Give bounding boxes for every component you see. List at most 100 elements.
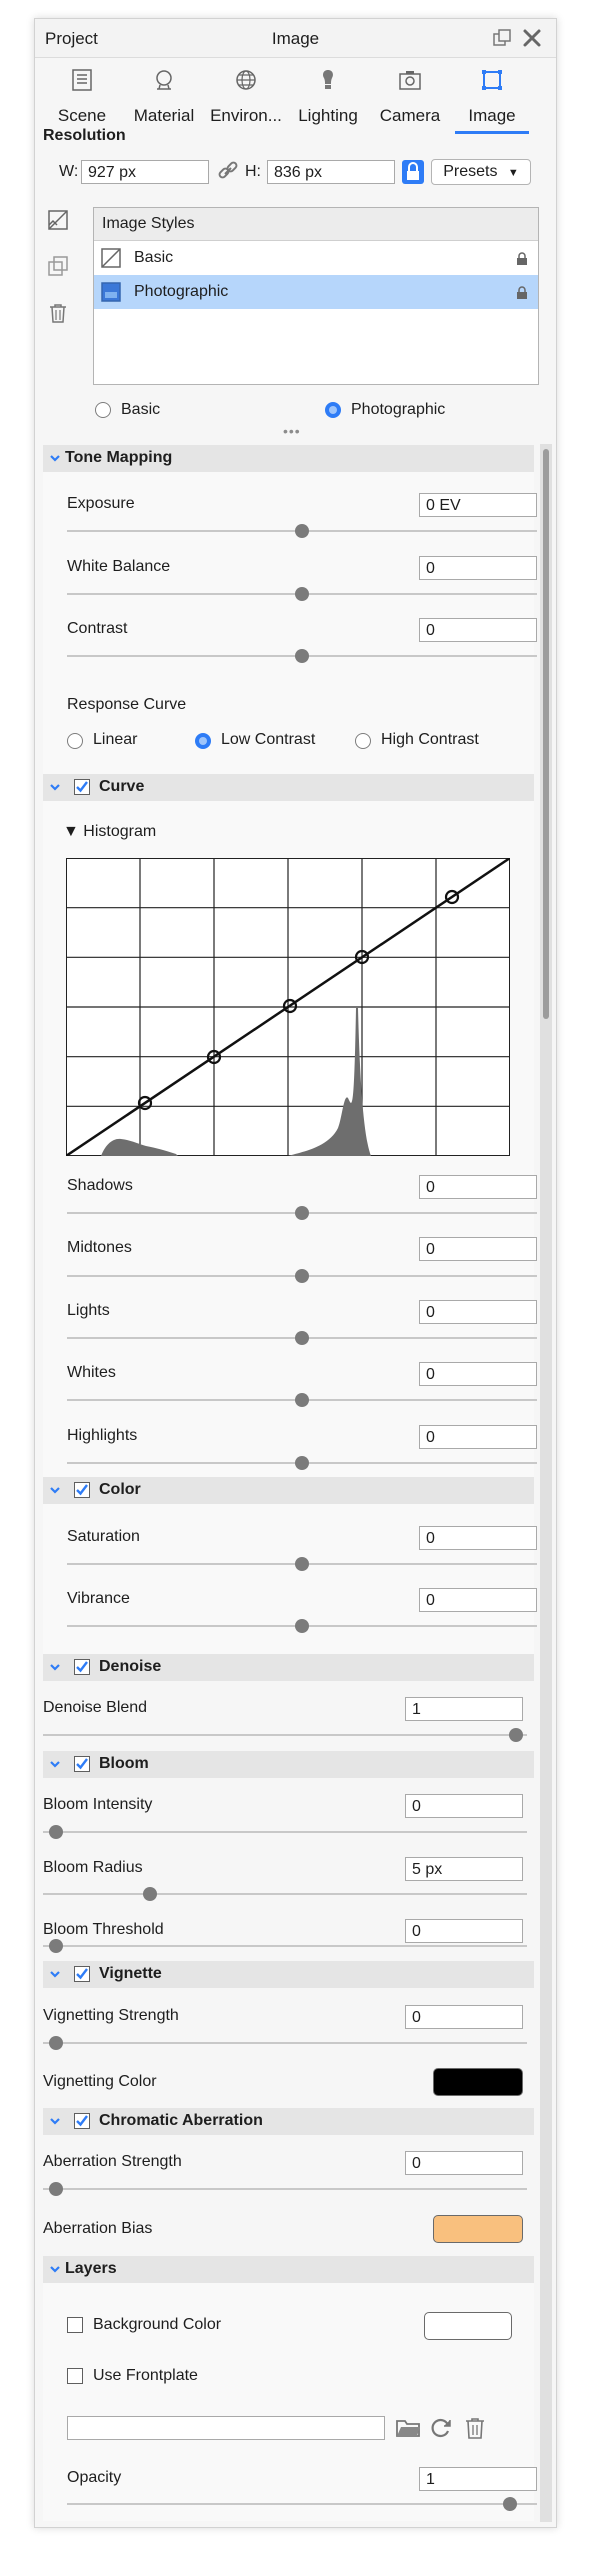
lock-icon[interactable] <box>401 159 425 185</box>
reload-icon[interactable] <box>429 2416 453 2440</box>
exposure-input[interactable]: 0 EV <box>419 493 537 517</box>
presets-button[interactable]: Presets ▼ <box>431 159 531 185</box>
curve-header[interactable]: Curve <box>43 774 534 801</box>
highlights-input[interactable]: 0 <box>419 1425 537 1449</box>
color-header[interactable]: Color <box>43 1477 534 1504</box>
bloom-enabled-checkbox[interactable] <box>74 1756 90 1772</box>
vignetting-strength-input[interactable]: 0 <box>405 2005 523 2029</box>
panel-title: Image <box>271 29 320 48</box>
width-input[interactable]: 927 px <box>81 160 209 184</box>
shadows-slider-knob[interactable] <box>295 1206 309 1220</box>
high-contrast-radio[interactable] <box>355 733 371 749</box>
denoise-enabled-checkbox[interactable] <box>74 1659 90 1675</box>
chromatic-aberration-header[interactable]: Chromatic Aberration <box>43 2108 534 2135</box>
background-color-checkbox[interactable] <box>67 2317 83 2333</box>
saturation-input[interactable]: 0 <box>419 1526 537 1550</box>
bloom-threshold-input[interactable]: 0 <box>405 1919 523 1943</box>
photographic-radio[interactable] <box>325 402 341 418</box>
lights-input[interactable]: 0 <box>419 1300 537 1324</box>
new-style-icon[interactable] <box>47 209 69 231</box>
white-balance-input[interactable]: 0 <box>419 556 537 580</box>
denoise-header[interactable]: Denoise <box>43 1654 534 1681</box>
opacity-slider-knob[interactable] <box>503 2497 517 2511</box>
contrast-input[interactable]: 0 <box>419 618 537 642</box>
aberration-strength-input[interactable]: 0 <box>405 2151 523 2175</box>
vignetting-strength-slider-knob[interactable] <box>49 2036 63 2050</box>
height-input[interactable]: 836 px <box>267 160 395 184</box>
white-balance-slider-knob[interactable] <box>295 587 309 601</box>
bloom-intensity-input[interactable]: 0 <box>405 1794 523 1818</box>
curve-histogram[interactable] <box>66 858 510 1156</box>
whites-input[interactable]: 0 <box>419 1362 537 1386</box>
bloom-intensity-slider[interactable] <box>43 1831 527 1833</box>
color-body: Saturation 0 Vibrance 0 <box>43 1504 537 1654</box>
use-frontplate-label: Use Frontplate <box>93 2367 198 2384</box>
vibrance-slider-knob[interactable] <box>295 1619 309 1633</box>
tab-image[interactable]: Image <box>451 58 533 134</box>
list-item-basic[interactable]: Basic <box>94 241 538 275</box>
denoise-blend-slider-knob[interactable] <box>509 1728 523 1742</box>
opacity-input[interactable]: 1 <box>419 2467 537 2491</box>
linear-radio-label: Linear <box>93 731 138 748</box>
use-frontplate-checkbox[interactable] <box>67 2368 83 2384</box>
frontplate-path-input[interactable] <box>67 2416 385 2440</box>
bloom-radius-slider-knob[interactable] <box>143 1887 157 1901</box>
bloom-header[interactable]: Bloom <box>43 1751 534 1778</box>
bloom-threshold-slider-knob[interactable] <box>49 1939 63 1953</box>
shadows-input[interactable]: 0 <box>419 1175 537 1199</box>
background-color-swatch[interactable] <box>424 2312 512 2340</box>
bloom-intensity-slider-knob[interactable] <box>49 1825 63 1839</box>
bloom-threshold-slider[interactable] <box>43 1945 527 1947</box>
basic-radio[interactable] <box>95 402 111 418</box>
chromatic-aberration-enabled-checkbox[interactable] <box>74 2113 90 2129</box>
vignetting-color-swatch[interactable] <box>433 2068 523 2096</box>
color-enabled-checkbox[interactable] <box>74 1482 90 1498</box>
histogram-toggle[interactable]: ▼ Histogram <box>63 823 156 841</box>
opacity-label: Opacity <box>67 2469 122 2486</box>
highlights-slider-knob[interactable] <box>295 1456 309 1470</box>
chevron-down-icon <box>50 1761 60 1768</box>
denoise-blend-slider[interactable] <box>43 1734 527 1736</box>
tab-environment[interactable]: Environ... <box>205 58 287 134</box>
vignetting-strength-slider[interactable] <box>43 2042 527 2044</box>
splitter-handle[interactable]: ••• <box>283 423 301 439</box>
vignette-header[interactable]: Vignette <box>43 1961 534 1988</box>
lights-slider-knob[interactable] <box>295 1331 309 1345</box>
midtones-input[interactable]: 0 <box>419 1237 537 1261</box>
denoise-blend-input[interactable]: 1 <box>405 1697 523 1721</box>
midtones-slider-knob[interactable] <box>295 1269 309 1283</box>
style-thumbnail-icon <box>101 248 121 268</box>
saturation-slider-knob[interactable] <box>295 1557 309 1571</box>
vibrance-input[interactable]: 0 <box>419 1588 537 1612</box>
low-contrast-radio[interactable] <box>195 733 211 749</box>
opacity-slider[interactable] <box>67 2503 537 2505</box>
curve-enabled-checkbox[interactable] <box>74 779 90 795</box>
bloom-radius-input[interactable]: 5 px <box>405 1857 523 1881</box>
tab-material[interactable]: Material <box>123 58 205 134</box>
contrast-slider-knob[interactable] <box>295 649 309 663</box>
exposure-slider-knob[interactable] <box>295 524 309 538</box>
aberration-strength-slider[interactable] <box>43 2188 527 2190</box>
tone-mapping-header[interactable]: Tone Mapping <box>43 445 534 472</box>
layers-header[interactable]: Layers <box>43 2256 534 2283</box>
link-icon[interactable] <box>217 160 239 184</box>
section-title: Chromatic Aberration <box>99 2112 263 2129</box>
aberration-strength-slider-knob[interactable] <box>49 2182 63 2196</box>
trash-icon[interactable] <box>47 302 69 324</box>
duplicate-icon[interactable] <box>47 255 69 277</box>
bloom-radius-slider[interactable] <box>43 1893 527 1895</box>
trash-icon[interactable] <box>463 2416 487 2440</box>
list-item-photographic[interactable]: Photographic <box>94 275 538 309</box>
detach-icon[interactable] <box>491 27 513 49</box>
scrollbar-thumb[interactable] <box>543 449 549 1019</box>
vignette-enabled-checkbox[interactable] <box>74 1966 90 1982</box>
aberration-bias-label: Aberration Bias <box>43 2220 153 2237</box>
folder-icon[interactable] <box>395 2416 421 2440</box>
tab-scene[interactable]: Scene <box>41 58 123 134</box>
tab-lighting[interactable]: Lighting <box>287 58 369 134</box>
linear-radio[interactable] <box>67 733 83 749</box>
close-icon[interactable] <box>521 27 543 49</box>
tab-camera[interactable]: Camera <box>369 58 451 134</box>
whites-slider-knob[interactable] <box>295 1393 309 1407</box>
aberration-bias-swatch[interactable] <box>433 2215 523 2243</box>
